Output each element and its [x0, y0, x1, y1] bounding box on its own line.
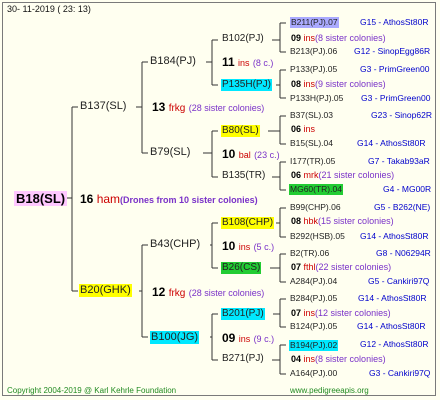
g4-src-7: G7 - Takab93aR — [368, 156, 430, 166]
root-note: (Drones from 10 sister colonies) — [120, 195, 258, 205]
g1-info-2: 12 frkg (28 sister colonies) — [152, 285, 265, 299]
g1-node-1: B137(SL) — [80, 100, 127, 112]
g2-info-3: 10 ins (5 c.) — [222, 239, 275, 253]
g3-info-5: 08 hbk(15 sister colonies) — [291, 216, 394, 226]
root-ins: ham — [96, 192, 121, 206]
g4-src-10: G14 - AthosSt80R — [360, 231, 429, 241]
g4-node-2: B213(PJ).06 — [290, 46, 338, 56]
g2-node-3: B43(CHP) — [150, 238, 201, 250]
g3-info-1: 09 ins(8 sister colonies) — [291, 33, 386, 43]
g4-node-16: A164(PJ).00 — [290, 368, 338, 378]
g3-node-2: P135H(PJ) — [221, 79, 272, 91]
g4-src-14: G14 - AthosSt80R — [357, 321, 426, 331]
g4-src-4: G3 - PrimGreen00 — [361, 93, 431, 103]
g3-node-8: B271(PJ) — [222, 353, 264, 364]
g4-src-5: G23 - Sinop62R — [371, 110, 432, 120]
g2-info-1: 11 ins (8 c.) — [222, 55, 274, 69]
g4-node-10: B292(HSB).05 — [290, 231, 345, 241]
g4-src-15: G12 - AthosSt80R — [360, 339, 429, 349]
g4-node-14: B124(PJ).05 — [290, 321, 338, 331]
g4-src-9: G5 - B262(NE) — [374, 202, 431, 212]
g4-node-1: B211(PJ).07 — [290, 17, 339, 28]
g3-info-6: 07 fthl(22 sister colonies) — [291, 262, 392, 272]
footer-copyright: Copyright 2004-2019 @ Karl Kehrle Founda… — [7, 386, 177, 395]
g3-info-8: 04 ins(8 sister colonies) — [291, 354, 386, 364]
g4-src-3: G3 - PrimGreen00 — [360, 64, 430, 74]
g3-node-4: B135(TR) — [222, 170, 266, 181]
g4-src-16: G3 - Cankiri97Q — [369, 368, 431, 378]
footer-website[interactable]: www.pedigreeapis.org — [290, 386, 369, 395]
root-num: 16 — [80, 192, 94, 206]
g2-node-2: B79(SL) — [150, 146, 191, 158]
g4-node-7: I177(TR).05 — [290, 156, 336, 166]
g4-src-12: G5 - Cankiri97Q — [368, 276, 430, 286]
g4-src-2: G12 - SinopEgg86R — [354, 46, 431, 56]
g3-node-7: B201(PJ) — [221, 308, 265, 320]
g4-src-11: G8 - N06294R — [376, 248, 431, 258]
g2-info-4: 09 ins (9 c.) — [222, 331, 275, 345]
g3-node-1: B102(PJ) — [222, 33, 264, 44]
header-date: 30- 11-2019 ( 23: 13) — [7, 4, 91, 14]
g4-node-15: B194(PJ).02 — [289, 340, 339, 351]
g4-node-4: P133H(PJ).05 — [290, 93, 344, 103]
g3-info-4: 06 mrk(21 sister colonies) — [291, 170, 395, 180]
g3-info-7: 07 ins(12 sister colonies) — [291, 308, 391, 318]
g3-node-3: B80(SL) — [221, 125, 260, 137]
g1-node-2: B20(GHK) — [79, 284, 132, 297]
g4-node-8: MG60(TR).04 — [289, 184, 343, 195]
g3-node-5: B108(CHP) — [221, 217, 275, 229]
g3-info-3: 06 ins — [291, 124, 316, 134]
g3-node-6: B26(CS) — [221, 262, 262, 274]
g4-node-11: B2(TR).06 — [290, 248, 330, 258]
g2-node-4: B100(JG) — [150, 331, 200, 344]
g4-src-6: G14 - AthosSt80R — [357, 138, 426, 148]
g2-node-1: B184(PJ) — [150, 55, 196, 67]
g2-info-2: 10 bal (23 c.) — [222, 147, 280, 161]
g4-node-5: B37(SL).03 — [290, 110, 333, 120]
root-node: B18(SL) — [14, 191, 68, 206]
g4-node-6: B15(SL).04 — [290, 138, 333, 148]
g4-src-8: G4 - MG00R — [383, 184, 432, 194]
root-info: 16 ham(Drones from 10 sister colonies) — [80, 193, 258, 205]
g4-node-3: P133(PJ).05 — [290, 64, 338, 74]
g4-src-1: G15 - AthosSt80R — [360, 17, 429, 27]
g4-node-9: B99(CHP).06 — [290, 202, 341, 212]
g3-info-2: 08 ins(9 sister colonies) — [291, 79, 386, 89]
g4-node-13: B284(PJ).05 — [290, 293, 338, 303]
g4-src-13: G14 - AthosSt80R — [358, 293, 427, 303]
g4-node-12: A284(PJ).04 — [290, 276, 338, 286]
g1-info-1: 13 frkg (28 sister colonies) — [152, 100, 265, 114]
